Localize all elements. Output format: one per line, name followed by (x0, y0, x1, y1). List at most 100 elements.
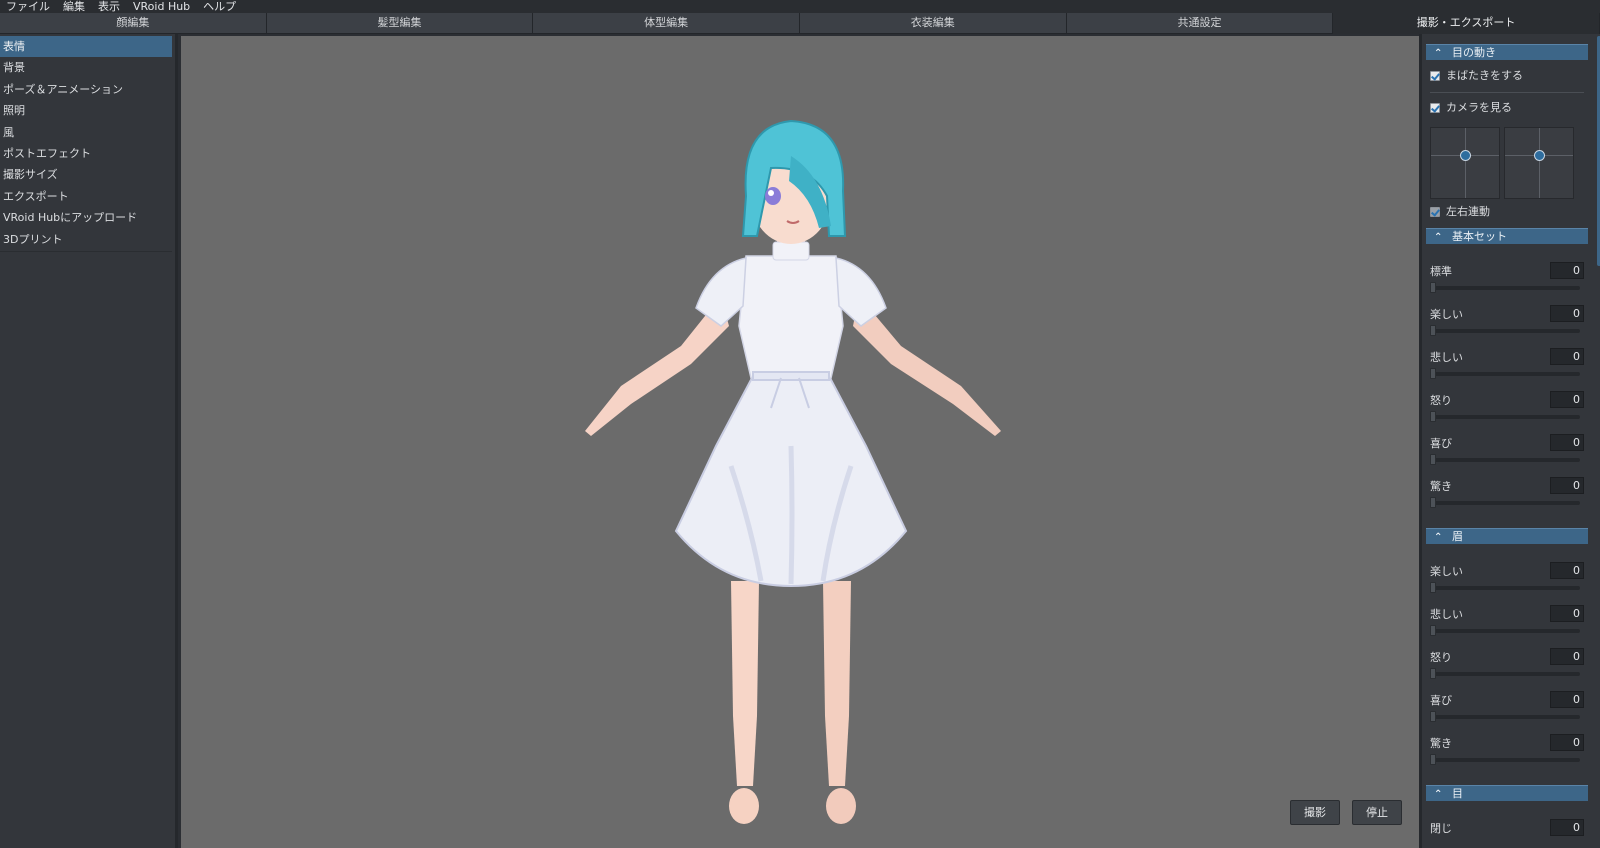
brow-slider-thumb-fun[interactable] (1430, 582, 1436, 593)
slider-thumb-angry[interactable] (1430, 411, 1436, 422)
slider-track-sad[interactable] (1430, 372, 1580, 376)
section-basic-set-header[interactable]: ⌃ 基本セット (1426, 228, 1588, 244)
tab-outfit-edit[interactable]: 衣装編集 (799, 13, 1067, 34)
avatar-right-arm (853, 296, 1001, 436)
slider-track-surprised[interactable] (1430, 501, 1580, 505)
sidebar-item-lighting[interactable]: 照明 (0, 100, 172, 121)
slider-label-angry: 怒り (1430, 394, 1452, 407)
avatar-right-sleeve (835, 257, 887, 327)
tab-hair-edit[interactable]: 髪型編集 (266, 13, 534, 34)
brow-slider-label-angry: 怒り (1430, 651, 1452, 664)
tab-body-edit[interactable]: 体型編集 (533, 13, 800, 34)
brow-slider-value-joy[interactable]: 0 (1550, 691, 1584, 708)
sidebar-item-background[interactable]: 背景 (0, 57, 172, 78)
brow-slider-value-surprised[interactable]: 0 (1550, 734, 1584, 751)
menu-file[interactable]: ファイル (6, 0, 50, 13)
right-eye-direction-handle[interactable] (1534, 150, 1545, 161)
sidebar-item-vroid-hub-upload[interactable]: VRoid Hubにアップロード (0, 207, 172, 228)
sidebar-item-expression[interactable]: 表情 (0, 36, 172, 58)
eye-slider-label-close: 閉じ (1430, 822, 1452, 835)
section-eye-motion-header[interactable]: ⌃ 目の動き (1426, 44, 1588, 60)
slider-track-angry[interactable] (1430, 415, 1580, 419)
slider-track-fun[interactable] (1430, 329, 1580, 333)
left-eye-direction-pad[interactable] (1430, 127, 1500, 199)
sidebar-item-export[interactable]: エクスポート (0, 186, 172, 207)
brow-slider-thumb-sad[interactable] (1430, 625, 1436, 636)
tab-photo-export[interactable]: 撮影・エクスポート (1333, 13, 1600, 34)
brow-slider-label-surprised: 驚き (1430, 737, 1452, 750)
avatar-collar (772, 241, 810, 261)
left-eye-direction-handle[interactable] (1460, 150, 1471, 161)
slider-label-sad: 悲しい (1430, 351, 1463, 364)
avatar-eye (765, 187, 781, 205)
slider-thumb-joy[interactable] (1430, 454, 1436, 465)
sync-label: 左右連動 (1446, 205, 1490, 218)
avatar-right-foot (826, 788, 856, 824)
avatar-dress-bodice (738, 255, 844, 379)
main-tab-bar: 顔編集 髪型編集 体型編集 衣装編集 共通設定 撮影・エクスポート (0, 13, 1600, 34)
look-camera-checkbox[interactable] (1430, 103, 1440, 113)
slider-value-joy[interactable]: 0 (1550, 434, 1584, 451)
slider-value-surprised[interactable]: 0 (1550, 477, 1584, 494)
sidebar-item-wind[interactable]: 風 (0, 122, 172, 143)
avatar-left-sleeve (695, 257, 747, 327)
brow-slider-track-sad[interactable] (1430, 629, 1580, 633)
blink-checkbox-row[interactable]: まばたきをする (1430, 68, 1523, 84)
slider-label-surprised: 驚き (1430, 480, 1452, 493)
tab-common-settings[interactable]: 共通設定 (1066, 13, 1334, 34)
brow-slider-track-angry[interactable] (1430, 672, 1580, 676)
brow-slider-track-surprised[interactable] (1430, 758, 1580, 762)
blink-checkbox[interactable] (1430, 71, 1440, 81)
slider-thumb-fun[interactable] (1430, 325, 1436, 336)
avatar-left-leg (731, 581, 759, 786)
section-eye-motion-title: 目の動き (1452, 46, 1496, 59)
slider-track-neutral[interactable] (1430, 286, 1580, 290)
menu-vroid-hub[interactable]: VRoid Hub (133, 0, 190, 13)
slider-value-neutral[interactable]: 0 (1550, 262, 1584, 279)
sidebar-item-pose-animation[interactable]: ポーズ＆アニメーション (0, 79, 172, 100)
stop-button[interactable]: 停止 (1352, 800, 1402, 825)
brow-slider-track-fun[interactable] (1430, 586, 1580, 590)
slider-thumb-neutral[interactable] (1430, 282, 1436, 293)
brow-slider-value-fun[interactable]: 0 (1550, 562, 1584, 579)
chevron-up-icon: ⌃ (1434, 48, 1443, 59)
brow-slider-thumb-surprised[interactable] (1430, 754, 1436, 765)
sync-checkbox[interactable] (1430, 207, 1440, 217)
3d-viewport[interactable]: 撮影 停止 (181, 36, 1419, 848)
menu-help[interactable]: ヘルプ (203, 0, 236, 13)
sidebar-item-3d-print[interactable]: 3Dプリント (0, 229, 172, 250)
brow-slider-label-sad: 悲しい (1430, 608, 1463, 621)
brow-slider-thumb-joy[interactable] (1430, 711, 1436, 722)
avatar-model[interactable] (561, 86, 1021, 836)
slider-track-joy[interactable] (1430, 458, 1580, 462)
slider-thumb-surprised[interactable] (1430, 497, 1436, 508)
brow-slider-track-joy[interactable] (1430, 715, 1580, 719)
look-camera-checkbox-row[interactable]: カメラを見る (1430, 100, 1512, 116)
sidebar-item-post-effect[interactable]: ポストエフェクト (0, 143, 172, 164)
pad-vertical-axis (1465, 128, 1466, 198)
slider-thumb-sad[interactable] (1430, 368, 1436, 379)
section-brow-header[interactable]: ⌃ 眉 (1426, 528, 1588, 544)
brow-slider-thumb-angry[interactable] (1430, 668, 1436, 679)
menu-edit[interactable]: 編集 (63, 0, 85, 13)
avatar-left-foot (729, 788, 759, 824)
sidebar-item-capture-size[interactable]: 撮影サイズ (0, 164, 172, 185)
right-eye-direction-pad[interactable] (1504, 127, 1574, 199)
expression-panel[interactable]: ⌃ 目の動き まばたきをする カメラを見る 左右連動 ⌃ 基本セット 標準 0 … (1419, 34, 1600, 848)
pad-vertical-axis (1539, 128, 1540, 198)
slider-value-angry[interactable]: 0 (1550, 391, 1584, 408)
vroid-studio-window: ファイル 編集 表示 VRoid Hub ヘルプ 顔編集 髪型編集 体型編集 衣… (0, 0, 1600, 848)
section-brow-title: 眉 (1452, 530, 1463, 543)
sidebar-divider (0, 250, 172, 252)
slider-value-sad[interactable]: 0 (1550, 348, 1584, 365)
slider-value-fun[interactable]: 0 (1550, 305, 1584, 322)
tab-face-edit[interactable]: 顔編集 (0, 13, 267, 34)
brow-slider-value-angry[interactable]: 0 (1550, 648, 1584, 665)
menu-view[interactable]: 表示 (98, 0, 120, 13)
brow-slider-value-sad[interactable]: 0 (1550, 605, 1584, 622)
section-eye-header[interactable]: ⌃ 目 (1426, 785, 1588, 801)
section-basic-set-title: 基本セット (1452, 230, 1507, 243)
eye-slider-value-close[interactable]: 0 (1550, 819, 1584, 836)
sync-checkbox-row[interactable]: 左右連動 (1430, 204, 1490, 220)
shoot-button[interactable]: 撮影 (1290, 800, 1340, 825)
